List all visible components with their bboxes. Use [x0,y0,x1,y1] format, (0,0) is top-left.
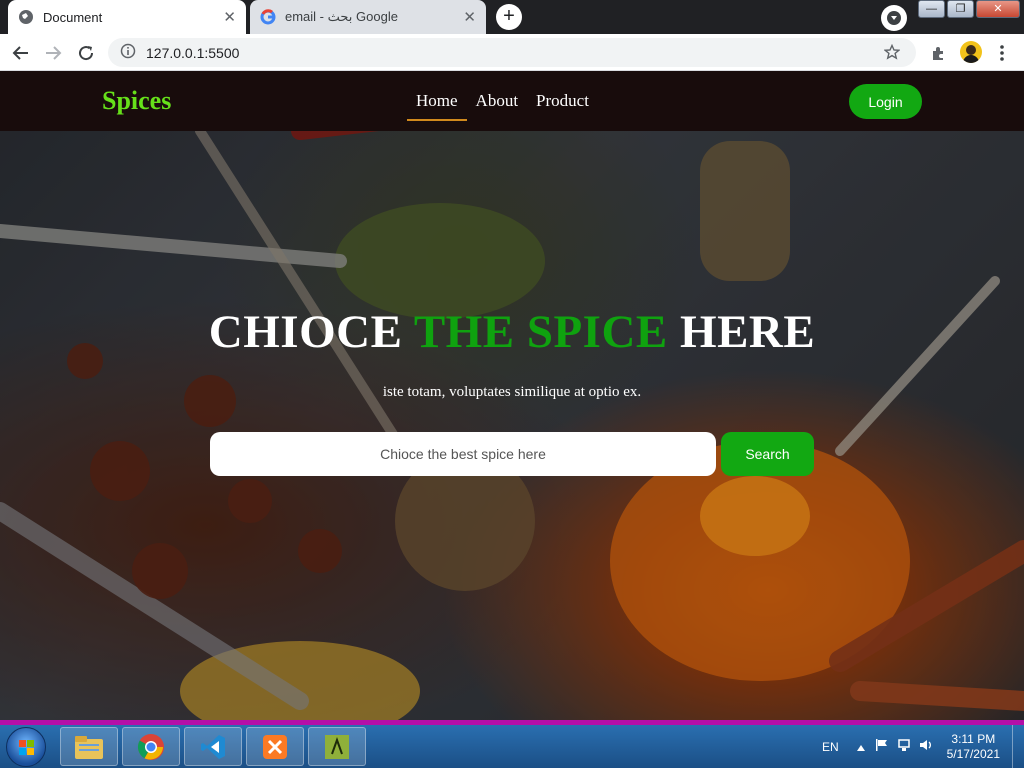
new-tab-button[interactable]: + [496,4,522,30]
extensions-icon[interactable] [927,42,949,64]
reload-icon[interactable] [75,42,97,64]
media-control-icon[interactable] [881,5,907,31]
address-bar[interactable]: 127.0.0.1:5500 [108,38,916,67]
maximize-button[interactable]: ❐ [947,0,974,18]
hero-title-accent: THE SPICE [413,306,668,358]
site-navbar: Spices Home About Product Login [0,71,1024,131]
site-info-icon[interactable] [120,43,136,62]
spice-search-input[interactable] [210,432,716,476]
close-tab-icon[interactable]: ✕ [223,8,236,26]
forward-icon[interactable] [42,42,64,64]
clock-date: 5/17/2021 [946,746,1000,761]
taskbar-clock[interactable]: 3:11 PM 5/17/2021 [947,732,1000,762]
search-button[interactable]: Search [721,432,814,476]
back-icon[interactable] [10,42,32,64]
app-icon[interactable] [308,727,366,766]
main-menu: Home About Product [407,91,598,121]
file-explorer-icon[interactable] [60,727,118,766]
nav-link-product[interactable]: Product [527,91,598,121]
tab-google-search[interactable]: email - بحث Google ✕ [250,0,486,34]
nav-link-about[interactable]: About [467,91,528,121]
login-button[interactable]: Login [849,84,922,119]
web-page: Spices Home About Product Login CHIOCE T… [0,71,1024,720]
chrome-icon[interactable] [122,727,180,766]
browser-tab-strip: Document ✕ email - بحث Google ✕ + — ❐ ✕ [0,0,1024,34]
profile-avatar[interactable] [960,41,982,63]
tab-title: email - بحث Google [285,9,398,24]
clock-time: 3:11 PM [951,731,996,746]
hero-title: CHIOCE THE SPICE HERE [0,305,1024,359]
nav-link-home[interactable]: Home [407,91,467,121]
windows-taskbar: EN 3:11 PM 5/17/2021 [0,720,1024,768]
language-indicator[interactable]: EN [822,740,839,754]
google-icon [260,9,276,25]
tab-title: Document [43,9,103,25]
close-tab-icon[interactable]: ✕ [463,8,476,26]
network-icon[interactable] [897,738,911,755]
hero-title-part1: CHIOCE [208,306,414,358]
window-controls: — ❐ ✕ [918,0,1020,18]
menu-kebab-icon[interactable] [991,42,1013,64]
system-tray: EN 3:11 PM 5/17/2021 [822,725,1024,768]
site-logo[interactable]: Spices [102,86,171,116]
tab-document[interactable]: Document ✕ [8,0,246,34]
hero-subtitle: iste totam, voluptates similique at opti… [382,384,642,400]
bookmark-star-icon[interactable] [883,43,901,63]
start-button[interactable] [6,727,46,767]
action-center-flag-icon[interactable] [875,738,889,755]
url-text: 127.0.0.1:5500 [146,44,240,61]
browser-toolbar: 127.0.0.1:5500 [0,34,1024,71]
vscode-icon[interactable] [184,727,242,766]
volume-icon[interactable] [919,738,933,755]
xampp-icon[interactable] [246,727,304,766]
minimize-button[interactable]: — [918,0,945,18]
close-window-button[interactable]: ✕ [976,0,1020,18]
show-hidden-icons-icon[interactable] [856,740,865,754]
show-desktop-button[interactable] [1012,725,1024,768]
hero-title-part2: HERE [667,306,816,358]
globe-icon [18,9,34,25]
